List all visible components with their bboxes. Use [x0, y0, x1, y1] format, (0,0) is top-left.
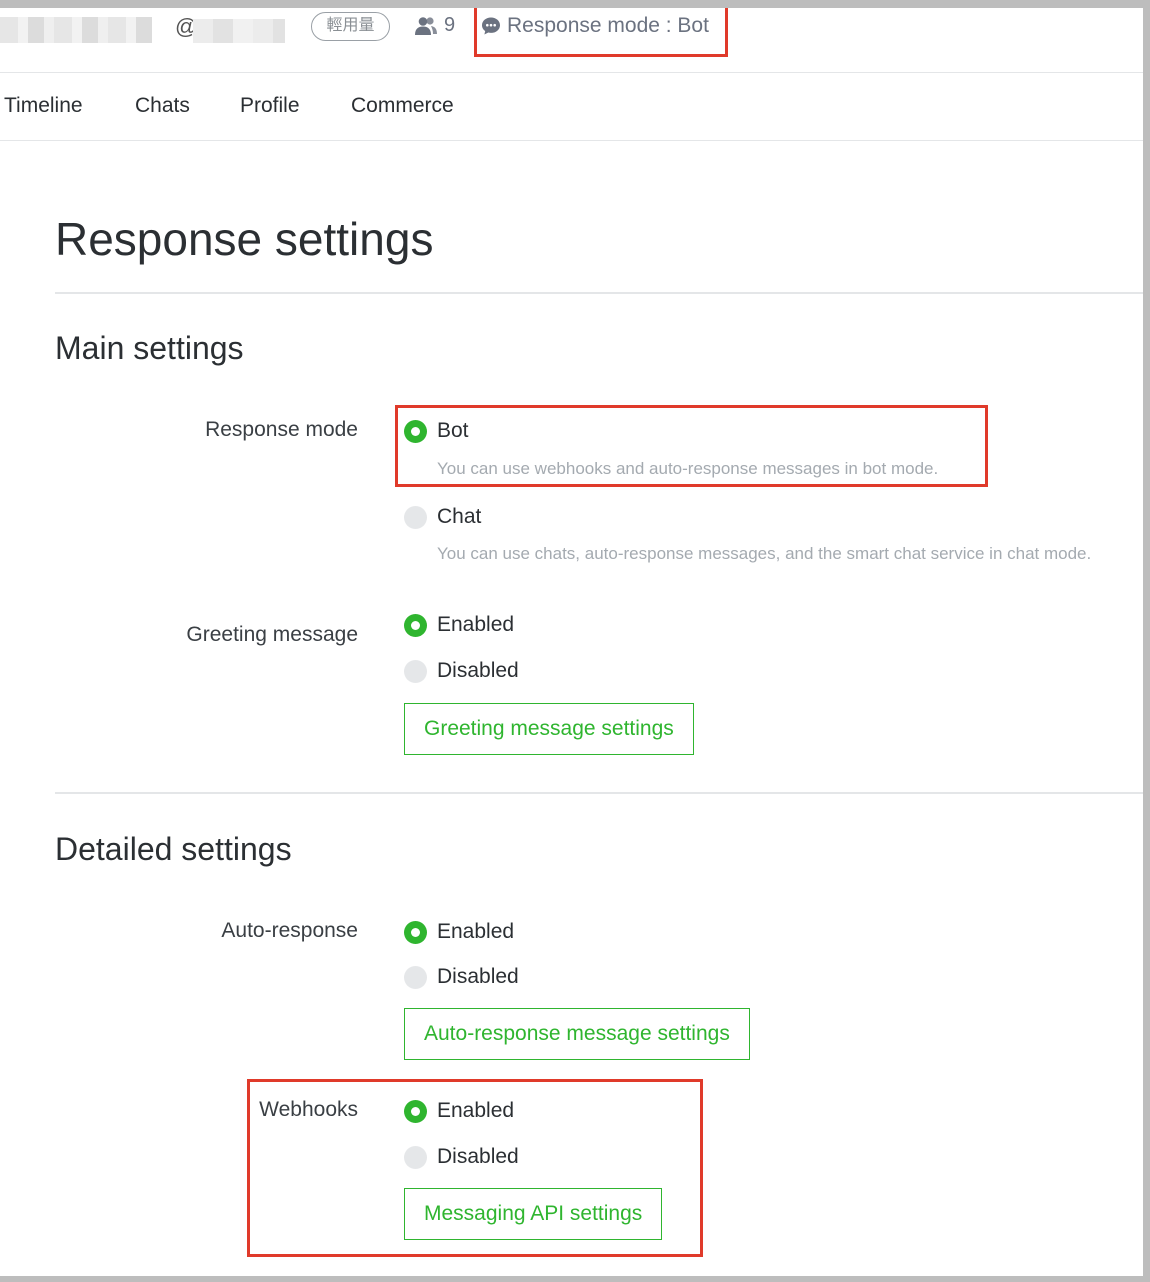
- auto-response-enabled-radio[interactable]: Enabled: [404, 920, 514, 944]
- tab-timeline[interactable]: Timeline: [4, 94, 83, 118]
- radio-unselected-icon: [404, 965, 427, 989]
- account-header: @ 輕用量 9 Response mode : Bot: [0, 8, 1143, 73]
- greeting-enabled-radio[interactable]: Enabled: [404, 613, 514, 637]
- radio-label: Enabled: [437, 920, 515, 943]
- friends-count[interactable]: 9: [414, 14, 455, 37]
- highlight-box-response-mode-indicator: [474, 8, 728, 57]
- main-nav: Timeline Chats Profile Commerce: [0, 73, 1143, 141]
- tab-profile[interactable]: Profile: [240, 94, 300, 118]
- auto-response-label: Auto-response: [221, 919, 358, 942]
- page-title: Response settings: [55, 213, 434, 265]
- blurred-account-name: [0, 17, 152, 43]
- divider: [55, 792, 1143, 794]
- app-window: @ 輕用量 9 Response mode : Bot Timeline Cha…: [0, 8, 1143, 1276]
- blurred-account-id: [193, 19, 285, 43]
- plan-badge: 輕用量: [311, 12, 390, 41]
- main-settings-heading: Main settings: [55, 330, 244, 366]
- tab-commerce[interactable]: Commerce: [351, 94, 454, 118]
- response-mode-chat-radio[interactable]: Chat: [404, 505, 481, 529]
- detailed-settings-heading: Detailed settings: [55, 831, 292, 867]
- tab-chats[interactable]: Chats: [135, 94, 190, 118]
- highlight-box-webhooks: [247, 1079, 703, 1257]
- radio-label: Chat: [437, 505, 482, 528]
- radio-label: Disabled: [437, 659, 519, 682]
- highlight-box-bot-option: [395, 405, 988, 487]
- radio-unselected-icon: [404, 659, 427, 683]
- radio-label: Enabled: [437, 613, 515, 636]
- radio-label: Disabled: [437, 965, 519, 988]
- greeting-disabled-radio[interactable]: Disabled: [404, 659, 519, 683]
- auto-response-message-settings-button[interactable]: Auto-response message settings: [404, 1008, 750, 1060]
- friends-count-value: 9: [444, 14, 456, 36]
- divider: [55, 292, 1143, 294]
- response-mode-label: Response mode: [205, 418, 358, 441]
- radio-selected-icon: [404, 920, 427, 944]
- radio-unselected-icon: [404, 505, 427, 529]
- people-icon: [415, 16, 437, 35]
- radio-selected-icon: [404, 613, 427, 637]
- greeting-message-settings-button[interactable]: Greeting message settings: [404, 703, 694, 755]
- chat-mode-description: You can use chats, auto-response message…: [437, 544, 1092, 563]
- greeting-message-label: Greeting message: [186, 623, 358, 646]
- auto-response-disabled-radio[interactable]: Disabled: [404, 965, 519, 989]
